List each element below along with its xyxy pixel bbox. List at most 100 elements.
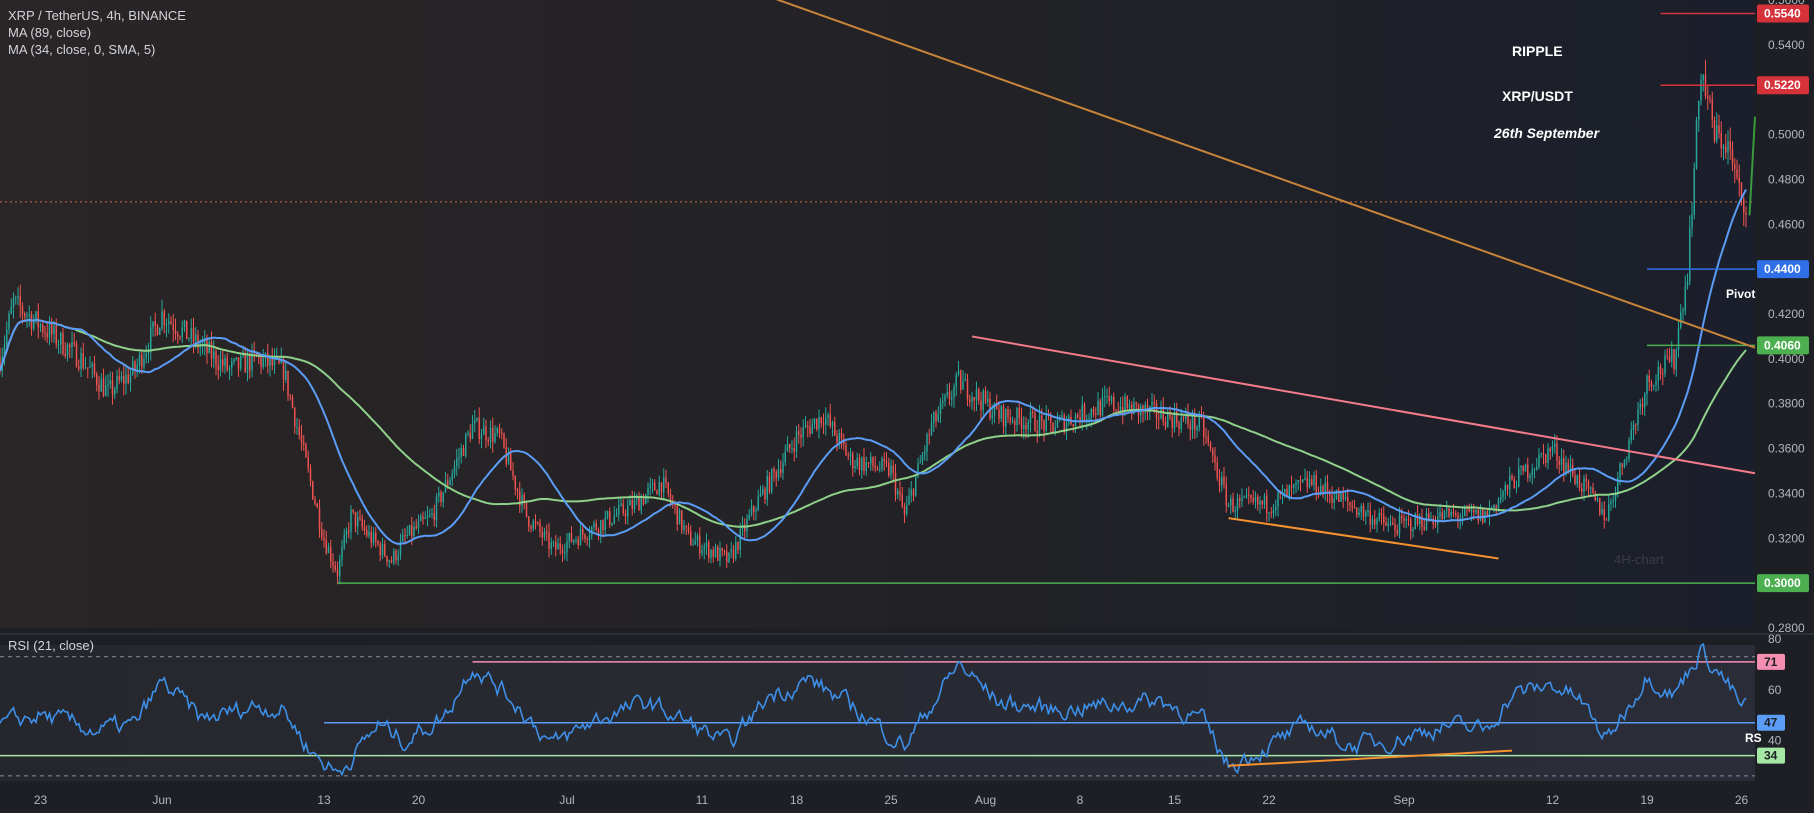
candle-down xyxy=(111,380,114,395)
candle-down xyxy=(440,492,442,502)
candle-up xyxy=(615,514,618,516)
candle-down xyxy=(69,344,71,348)
candle-up xyxy=(1646,375,1648,395)
candle-up xyxy=(566,541,568,553)
annotation-xrp-usdt[interactable]: XRP/USDT xyxy=(1502,88,1573,104)
candle-up xyxy=(71,342,73,348)
candle-down xyxy=(1662,373,1664,375)
candle-up xyxy=(1023,424,1025,429)
candle-up xyxy=(240,356,242,369)
candle-down xyxy=(1729,141,1731,150)
candle-up xyxy=(942,400,944,403)
candle-up xyxy=(982,390,984,411)
candle-up xyxy=(458,456,460,459)
candle-down xyxy=(1599,498,1601,514)
candle-down xyxy=(1043,420,1045,431)
candle-up xyxy=(552,542,555,544)
candle-up xyxy=(926,434,928,452)
candle-down xyxy=(318,507,321,530)
candle-down xyxy=(642,498,645,505)
time-axis-tick: Jul xyxy=(559,793,574,807)
candle-up xyxy=(1324,482,1326,494)
candle-up xyxy=(710,550,712,558)
annotation-pivot[interactable]: Pivot xyxy=(1726,287,1755,301)
candle-down xyxy=(384,543,386,557)
candle-up xyxy=(782,462,784,474)
candle-up xyxy=(449,479,451,485)
candle-up xyxy=(746,518,748,532)
candle-down xyxy=(717,546,719,561)
candle-up xyxy=(1596,498,1599,501)
candle-down xyxy=(1743,198,1745,213)
candle-up xyxy=(1475,509,1477,513)
candle-down xyxy=(966,378,969,400)
annotation-ripple[interactable]: RIPPLE xyxy=(1512,43,1563,59)
candle-up xyxy=(1333,499,1335,503)
candle-down xyxy=(1063,415,1065,432)
candle-down xyxy=(447,480,449,485)
price-axis-tick: 0.3200 xyxy=(1768,531,1805,545)
candle-up xyxy=(1686,281,1689,287)
candle-down xyxy=(1212,449,1214,456)
candle-up xyxy=(145,353,147,359)
candle-down xyxy=(46,333,48,338)
candle-up xyxy=(1524,464,1527,472)
candle-up xyxy=(1529,475,1531,478)
candle-down xyxy=(1711,99,1713,120)
candle-up xyxy=(613,515,615,523)
time-axis-tick: 8 xyxy=(1077,793,1084,807)
candle-down xyxy=(998,409,1000,419)
candle-down xyxy=(98,384,100,392)
candle-down xyxy=(1441,512,1443,520)
candle-down xyxy=(978,389,980,401)
candle-up xyxy=(1101,396,1104,416)
time-axis-tick: 18 xyxy=(790,793,804,807)
candle-down xyxy=(179,336,181,338)
candle-up xyxy=(658,482,660,495)
candle-down xyxy=(361,518,363,528)
candle-up xyxy=(755,510,757,512)
candle-down xyxy=(1214,455,1216,463)
candle-up xyxy=(1191,415,1194,430)
candle-down xyxy=(753,506,755,512)
legend-ma89[interactable]: MA (89, close) xyxy=(8,25,91,40)
candle-down xyxy=(1018,408,1020,418)
candle-down xyxy=(462,447,465,456)
candle-down xyxy=(332,561,334,566)
candle-down xyxy=(44,332,46,334)
candle-down xyxy=(780,469,782,474)
candle-up xyxy=(138,354,141,365)
rsi-axis-tick: 60 xyxy=(1768,683,1782,697)
candle-down xyxy=(1369,510,1371,525)
candle-up xyxy=(1464,507,1466,516)
candle-up xyxy=(1644,394,1646,408)
annotation-date[interactable]: 26th September xyxy=(1493,125,1601,141)
candle-down xyxy=(323,537,325,541)
candle-down xyxy=(1311,479,1313,485)
candle-up xyxy=(957,370,960,375)
candle-up xyxy=(381,543,384,556)
candle-down xyxy=(1396,529,1398,534)
candle-up xyxy=(1005,409,1007,427)
candle-up xyxy=(285,370,287,380)
legend-rsi[interactable]: RSI (21, close) xyxy=(8,638,94,653)
candle-down xyxy=(237,357,240,369)
candle-up xyxy=(1302,479,1304,482)
candle-down xyxy=(712,550,714,557)
candle-up xyxy=(521,495,523,506)
legend-ma34[interactable]: MA (34, close, 0, SMA, 5) xyxy=(8,42,155,57)
candle-down xyxy=(1356,507,1358,515)
candle-down xyxy=(1668,356,1671,363)
tradingview-chart[interactable]: 0.56000.54000.52000.50000.48000.46000.44… xyxy=(0,0,1814,813)
candle-up xyxy=(955,374,957,387)
legend-symbol[interactable]: XRP / TetherUS, 4h, BINANCE xyxy=(8,8,186,23)
candle-up xyxy=(933,412,935,424)
candle-up xyxy=(1671,349,1673,363)
candle-up xyxy=(1698,100,1700,120)
candle-up xyxy=(476,418,478,420)
candle-up xyxy=(1106,396,1108,398)
candle-up xyxy=(1241,497,1243,501)
candle-up xyxy=(1245,495,1248,497)
candle-down xyxy=(1621,463,1623,468)
candle-up xyxy=(1056,419,1059,428)
